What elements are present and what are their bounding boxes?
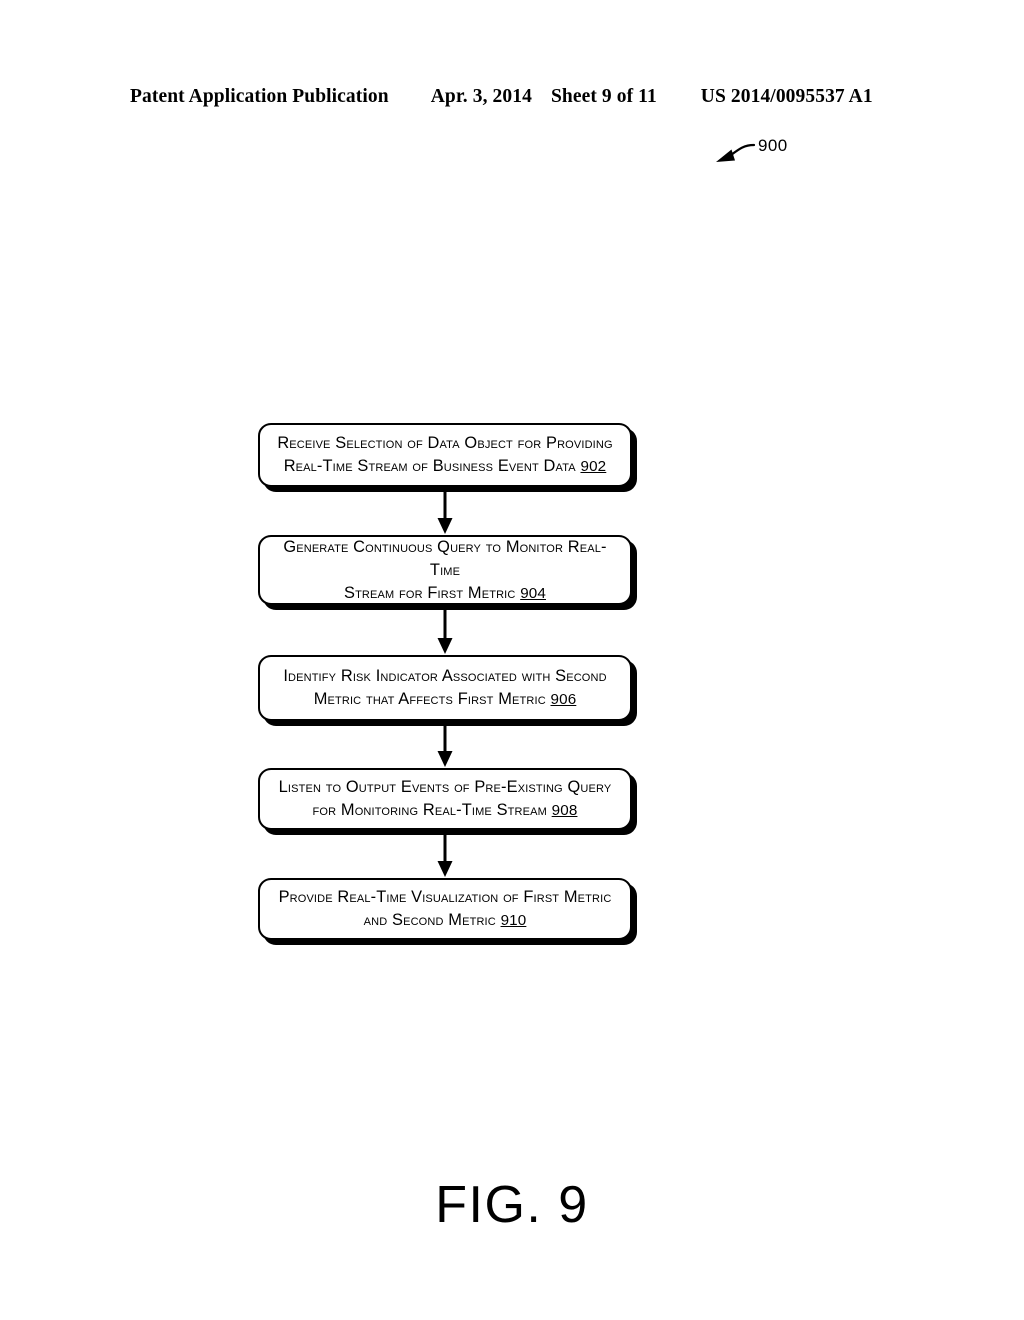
flow-step-908: Listen to Output Events of Pre-Existing … bbox=[258, 768, 637, 835]
down-arrow-icon bbox=[437, 830, 453, 877]
reference-callout-900: 900 bbox=[706, 136, 816, 178]
process-box-910-line2: and Second Metric bbox=[363, 911, 496, 929]
process-box-910-text: Provide Real-Time Visualization of First… bbox=[279, 886, 612, 932]
flow-step-904: Generate Continuous Query to Monitor Rea… bbox=[258, 535, 637, 610]
connector-908-to-910 bbox=[258, 830, 632, 878]
down-arrow-icon bbox=[437, 487, 453, 534]
process-box-906-line1: Identify Risk Indicator Associated with … bbox=[283, 667, 607, 685]
reference-number-label: 900 bbox=[758, 136, 788, 155]
process-box-902-ref: 902 bbox=[580, 458, 607, 475]
process-box-902-line1: Receive Selection of Data Object for Pro… bbox=[277, 434, 613, 452]
header-serial-number: US 2014/0095537 A1 bbox=[700, 86, 873, 107]
header-publication-label: Patent Application Publication bbox=[130, 86, 389, 107]
process-box-902: Receive Selection of Data Object for Pro… bbox=[258, 423, 632, 487]
header-sheet-label: Sheet 9 of 11 bbox=[550, 86, 657, 107]
process-box-904-line1: Generate Continuous Query to Monitor Rea… bbox=[283, 537, 607, 579]
flow-step-910: Provide Real-Time Visualization of First… bbox=[258, 878, 637, 945]
process-box-908-line1: Listen to Output Events of Pre-Existing … bbox=[278, 778, 612, 796]
process-box-906: Identify Risk Indicator Associated with … bbox=[258, 655, 632, 721]
process-box-910-line1: Provide Real-Time Visualization of First… bbox=[278, 888, 612, 906]
process-box-902-text: Receive Selection of Data Object for Pro… bbox=[277, 432, 612, 478]
header-date-label: Apr. 3, 2014 bbox=[430, 86, 532, 107]
flow-step-902: Receive Selection of Data Object for Pro… bbox=[258, 423, 637, 492]
down-arrow-icon bbox=[437, 605, 453, 654]
process-box-908: Listen to Output Events of Pre-Existing … bbox=[258, 768, 632, 830]
process-box-906-line2: Metric that Affects First Metric bbox=[313, 690, 546, 708]
page-header: Patent Application Publication Apr. 3, 2… bbox=[130, 86, 886, 112]
process-box-904-line2: Stream for First Metric bbox=[343, 583, 516, 602]
process-box-908-text: Listen to Output Events of Pre-Existing … bbox=[279, 776, 612, 822]
process-box-904-text: Generate Continuous Query to Monitor Rea… bbox=[274, 536, 616, 605]
process-box-908-line2: for Monitoring Real-Time Stream bbox=[312, 801, 547, 819]
process-box-906-ref: 906 bbox=[550, 691, 577, 708]
flow-step-906: Identify Risk Indicator Associated with … bbox=[258, 655, 637, 726]
process-box-904: Generate Continuous Query to Monitor Rea… bbox=[258, 535, 632, 605]
process-box-902-line2: Real-Time Stream of Business Event Data bbox=[283, 457, 576, 475]
connector-906-to-908 bbox=[258, 721, 632, 768]
down-arrow-icon bbox=[437, 721, 453, 767]
process-box-906-text: Identify Risk Indicator Associated with … bbox=[283, 665, 606, 711]
process-box-910: Provide Real-Time Visualization of First… bbox=[258, 878, 632, 940]
connector-902-to-904 bbox=[258, 487, 632, 535]
connector-904-to-906 bbox=[258, 605, 632, 655]
process-box-910-ref: 910 bbox=[500, 912, 527, 929]
process-box-908-ref: 908 bbox=[551, 802, 578, 819]
figure-caption: FIG. 9 bbox=[435, 1176, 589, 1234]
flowchart-diagram: Receive Selection of Data Object for Pro… bbox=[258, 423, 637, 945]
process-box-904-ref: 904 bbox=[520, 584, 546, 602]
